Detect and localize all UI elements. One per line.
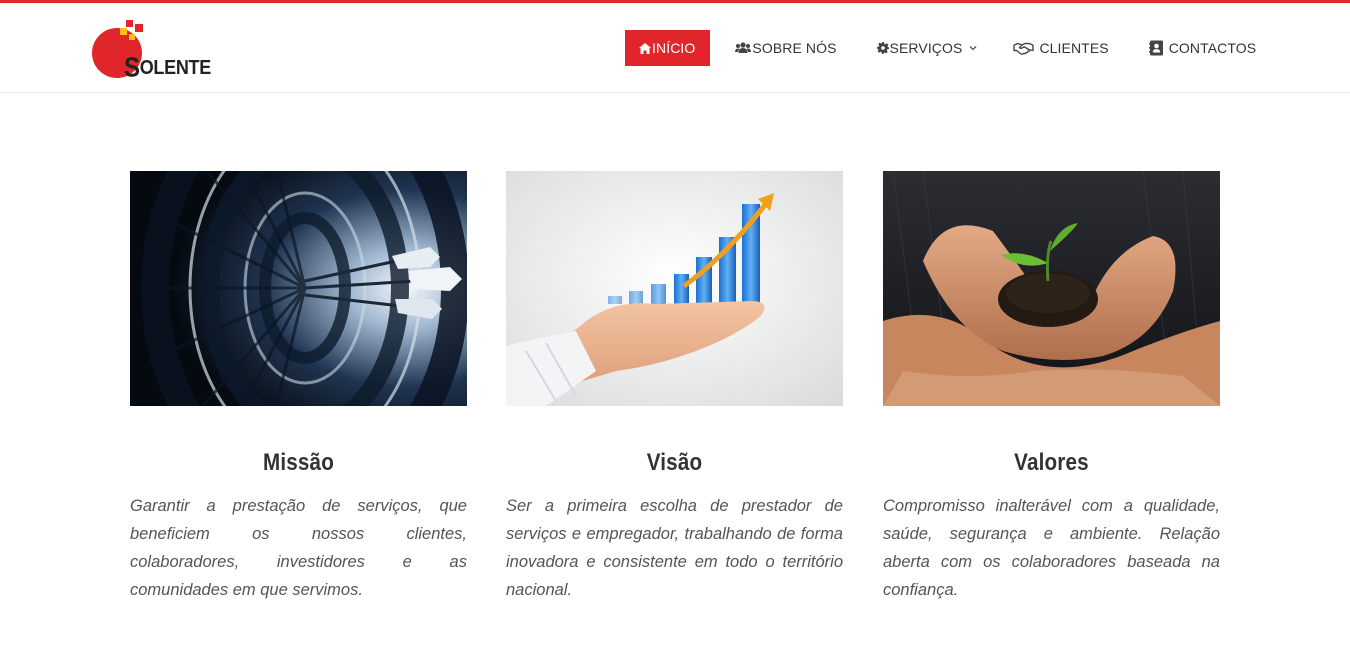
nav-item-label: CLIENTES	[1039, 40, 1109, 56]
logo-text: SOLENTE	[124, 52, 211, 84]
nav-item-home[interactable]: INÍCIO	[625, 30, 711, 66]
home-icon	[639, 42, 651, 54]
nav-item-label: INÍCIO	[652, 40, 696, 56]
gear-icon	[876, 42, 889, 54]
card-missao: Missão Garantir a prestação de serviços,…	[130, 171, 467, 604]
users-icon	[735, 42, 752, 53]
main-nav: INÍCIO SOBRE NÓS SERVIÇOS CLIENTES CONTA…	[625, 30, 1256, 66]
nav-item-label: CONTACTOS	[1168, 40, 1257, 56]
growth-chart-hand-image	[506, 171, 843, 406]
hands-holding-plant-image	[883, 171, 1220, 406]
nav-item-contacts[interactable]: CONTACTOS	[1148, 30, 1257, 66]
nav-item-about[interactable]: SOBRE NÓS	[735, 30, 836, 66]
card-visao: Visão Ser a primeira escolha de prestado…	[506, 171, 843, 604]
nav-item-label: SOBRE NÓS	[752, 40, 837, 56]
handshake-icon	[1013, 42, 1035, 55]
site-header: SOLENTE INÍCIO SOBRE NÓS SERVIÇOS CLIENT…	[0, 3, 1350, 93]
address-book-icon	[1148, 40, 1163, 56]
card-valores: Valores Compromisso inalterável com a qu…	[883, 171, 1220, 604]
site-logo[interactable]: SOLENTE	[90, 19, 211, 83]
card-text: Compromisso inalterável com a qualidade,…	[883, 497, 1220, 599]
chevron-down-icon	[969, 46, 977, 51]
card-text: Garantir a prestação de serviços, que be…	[130, 497, 467, 599]
dartboard-image	[130, 171, 467, 406]
nav-item-label: SERVIÇOS	[889, 40, 963, 56]
nav-item-clients[interactable]: CLIENTES	[1013, 30, 1109, 66]
card-text: Ser a primeira escolha de prestador de s…	[506, 497, 843, 599]
card-title: Visão	[646, 449, 703, 476]
nav-item-services[interactable]: SERVIÇOS	[876, 30, 978, 66]
card-title: Valores	[1014, 449, 1089, 476]
card-title: Missão	[262, 449, 335, 476]
